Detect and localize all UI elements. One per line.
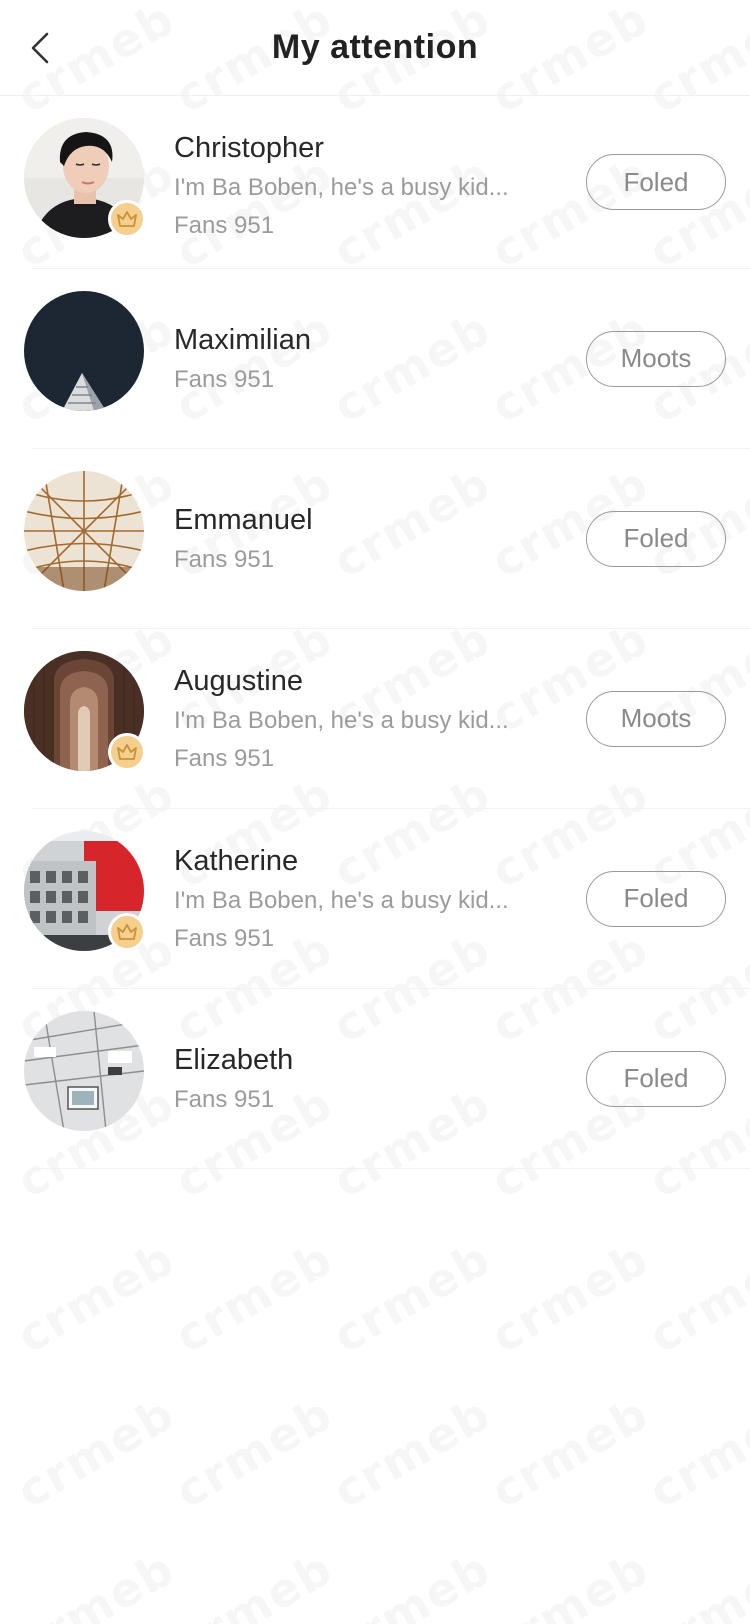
list-item[interactable]: Christopher I'm Ba Boben, he's a busy ki… bbox=[24, 96, 750, 269]
follow-list: Christopher I'm Ba Boben, he's a busy ki… bbox=[0, 96, 750, 1169]
vip-badge bbox=[108, 913, 146, 951]
watermark-text: crmeb bbox=[640, 1231, 750, 1364]
follow-status-button[interactable]: Foled bbox=[586, 1050, 726, 1107]
watermark-text: crmeb bbox=[8, 1386, 184, 1519]
watermark-text: crmeb bbox=[324, 1386, 500, 1519]
follow-status-button[interactable]: Foled bbox=[586, 154, 726, 210]
watermark-text: crmeb bbox=[482, 1231, 658, 1364]
watermark-text: crmeb bbox=[166, 1386, 342, 1519]
avatar-container bbox=[24, 118, 146, 238]
avatar[interactable] bbox=[24, 471, 144, 591]
avatar-container bbox=[24, 651, 146, 771]
follow-status-button[interactable]: Foled bbox=[586, 870, 726, 927]
crown-icon bbox=[117, 211, 137, 227]
avatar-container bbox=[24, 1011, 144, 1131]
user-info: Christopher I'm Ba Boben, he's a busy ki… bbox=[174, 96, 550, 276]
avatar-container bbox=[24, 291, 144, 411]
avatar[interactable] bbox=[24, 1011, 144, 1131]
list-item[interactable]: Augustine I'm Ba Boben, he's a busy kid.… bbox=[24, 629, 750, 809]
list-item[interactable]: Emmanuel Fans 951 Foled bbox=[24, 449, 750, 629]
fans-count: Fans 951 bbox=[174, 212, 275, 239]
watermark-text: crmeb bbox=[482, 1541, 658, 1624]
watermark-text: crmeb bbox=[640, 1541, 750, 1624]
watermark-text: crmeb bbox=[324, 1541, 500, 1624]
watermark-text: crmeb bbox=[640, 1386, 750, 1519]
watermark-text: crmeb bbox=[482, 1386, 658, 1519]
fans-count: Fans 951 bbox=[174, 546, 275, 573]
list-item[interactable]: Katherine I'm Ba Boben, he's a busy kid.… bbox=[24, 809, 750, 989]
fans-count: Fans 951 bbox=[174, 366, 275, 393]
avatar-container bbox=[24, 831, 146, 951]
back-button[interactable] bbox=[22, 30, 58, 66]
page-title: My attention bbox=[271, 28, 479, 66]
vip-badge bbox=[108, 200, 146, 238]
top-bar: My attention bbox=[0, 0, 750, 96]
list-item[interactable]: Maximilian Fans 951 Moots bbox=[24, 269, 750, 449]
list-item[interactable]: Elizabeth Fans 951 Foled bbox=[24, 989, 750, 1169]
user-info: Elizabeth Fans 951 bbox=[174, 989, 550, 1169]
crown-icon bbox=[117, 744, 137, 760]
user-bio: I'm Ba Boben, he's a busy kid... bbox=[174, 174, 509, 201]
crown-icon bbox=[117, 924, 137, 940]
user-name: Katherine bbox=[174, 845, 299, 877]
fans-count: Fans 951 bbox=[174, 925, 275, 952]
avatar-container bbox=[24, 471, 144, 591]
user-name: Maximilian bbox=[174, 324, 311, 356]
fans-count: Fans 951 bbox=[174, 745, 275, 772]
watermark-text: crmeb bbox=[8, 1541, 184, 1624]
user-info: Augustine I'm Ba Boben, he's a busy kid.… bbox=[174, 629, 550, 809]
watermark-text: crmeb bbox=[166, 1541, 342, 1624]
user-name: Emmanuel bbox=[174, 504, 313, 536]
follow-status-button[interactable]: Moots bbox=[586, 690, 726, 747]
user-info: Maximilian Fans 951 bbox=[174, 269, 550, 449]
watermark-text: crmeb bbox=[324, 1231, 500, 1364]
user-name: Christopher bbox=[174, 132, 324, 164]
user-info: Katherine I'm Ba Boben, he's a busy kid.… bbox=[174, 809, 550, 989]
user-name: Augustine bbox=[174, 665, 303, 697]
follow-status-button[interactable]: Moots bbox=[586, 330, 726, 387]
user-bio: I'm Ba Boben, he's a busy kid... bbox=[174, 707, 509, 734]
follow-status-button[interactable]: Foled bbox=[586, 510, 726, 567]
user-bio: I'm Ba Boben, he's a busy kid... bbox=[174, 887, 509, 914]
vip-badge bbox=[108, 733, 146, 771]
user-name: Elizabeth bbox=[174, 1044, 294, 1076]
avatar[interactable] bbox=[24, 291, 144, 411]
watermark-text: crmeb bbox=[8, 1231, 184, 1364]
chevron-left-icon bbox=[31, 32, 49, 64]
fans-count: Fans 951 bbox=[174, 1086, 275, 1113]
user-info: Emmanuel Fans 951 bbox=[174, 449, 550, 629]
watermark-text: crmeb bbox=[166, 1231, 342, 1364]
